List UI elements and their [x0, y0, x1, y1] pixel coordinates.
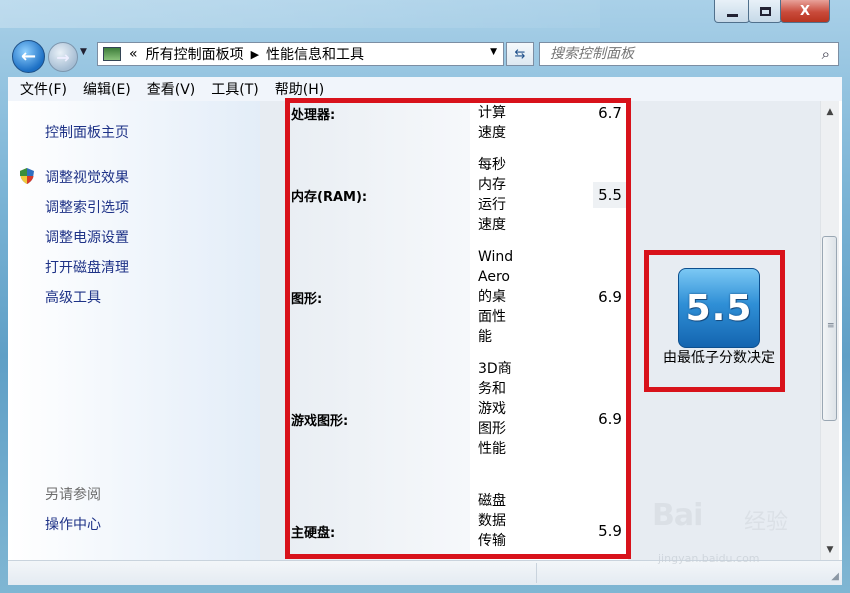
menu-edit[interactable]: 编辑(E) — [75, 79, 139, 99]
explorer-window: X ← → ▼ « 所有控制面板项 ▶ 性能信息和工具 ▼ ⇆ ⌕ 文件(F) … — [0, 0, 850, 593]
minimize-icon — [726, 13, 738, 17]
sidebar-link-disk-cleanup[interactable]: 打开磁盘清理 — [45, 257, 129, 277]
forward-arrow-icon: → — [56, 47, 70, 67]
address-dropdown-icon[interactable]: ▼ — [490, 47, 497, 57]
scroll-thumb[interactable]: ≡ — [822, 236, 837, 421]
scroll-grip-icon: ≡ — [827, 321, 835, 331]
search-box[interactable]: ⌕ — [539, 42, 839, 66]
vertical-scrollbar[interactable]: ▲ ≡ ▼ — [820, 101, 839, 560]
back-button[interactable]: ← — [12, 40, 45, 73]
maximize-button[interactable] — [748, 0, 782, 23]
control-panel-home-link[interactable]: 控制面板主页 — [45, 122, 129, 142]
sidebar-link-visual-effects[interactable]: 调整视觉效果 — [45, 167, 129, 187]
baidu-watermark: Bai 经验 jingyan.baidu.com — [652, 498, 812, 568]
menu-file[interactable]: 文件(F) — [12, 79, 75, 99]
close-button[interactable]: X — [780, 0, 830, 23]
status-divider — [536, 563, 537, 583]
resize-grip-icon[interactable]: ◢ — [831, 571, 839, 582]
scroll-down-arrow-icon[interactable]: ▼ — [821, 541, 839, 558]
breadcrumb-separator-icon[interactable]: ▶ — [251, 48, 259, 61]
sidebar-link-power[interactable]: 调整电源设置 — [45, 227, 129, 247]
chevron-down-icon: ▼ — [80, 47, 87, 57]
refresh-button[interactable]: ⇆ — [506, 42, 534, 66]
back-arrow-icon: ← — [20, 46, 37, 67]
maximize-icon — [759, 6, 771, 16]
see-also-action-center[interactable]: 操作中心 — [45, 514, 101, 534]
search-input[interactable] — [548, 45, 812, 63]
sidebar-link-advanced-tools[interactable]: 高级工具 — [45, 287, 101, 307]
see-also-heading: 另请参阅 — [45, 487, 101, 503]
sidebar-link-indexing[interactable]: 调整索引选项 — [45, 197, 129, 217]
address-bar[interactable]: « 所有控制面板项 ▶ 性能信息和工具 ▼ — [97, 42, 504, 66]
breadcrumb-performance[interactable]: 性能信息和工具 — [266, 44, 364, 64]
watermark-brand-cn: 经验 — [744, 510, 789, 535]
title-bar: X — [0, 0, 850, 30]
watermark-brand: Bai — [652, 498, 703, 533]
subscore-highlight-box — [285, 98, 631, 559]
search-icon[interactable]: ⌕ — [822, 45, 830, 63]
minimize-button[interactable] — [714, 0, 750, 23]
recent-pages-dropdown[interactable]: ▼ — [80, 47, 92, 61]
control-panel-icon — [103, 47, 121, 61]
breadcrumb-overflow[interactable]: « — [129, 46, 138, 62]
refresh-icon: ⇆ — [514, 46, 526, 62]
title-bar-background — [0, 0, 600, 28]
shield-icon — [20, 168, 34, 184]
task-pane: 控制面板主页 调整视觉效果 调整索引选项 调整电源设置 打开磁盘清理 高级工具 … — [8, 101, 260, 560]
base-score-highlight-box — [644, 250, 785, 392]
menu-view[interactable]: 查看(V) — [139, 79, 204, 99]
breadcrumb-all-items[interactable]: 所有控制面板项 — [146, 44, 244, 64]
watermark-url: jingyan.baidu.com — [658, 552, 760, 565]
menu-help[interactable]: 帮助(H) — [267, 79, 332, 99]
forward-button[interactable]: → — [48, 42, 78, 72]
menu-tools[interactable]: 工具(T) — [203, 79, 266, 99]
scroll-up-arrow-icon[interactable]: ▲ — [821, 103, 839, 120]
